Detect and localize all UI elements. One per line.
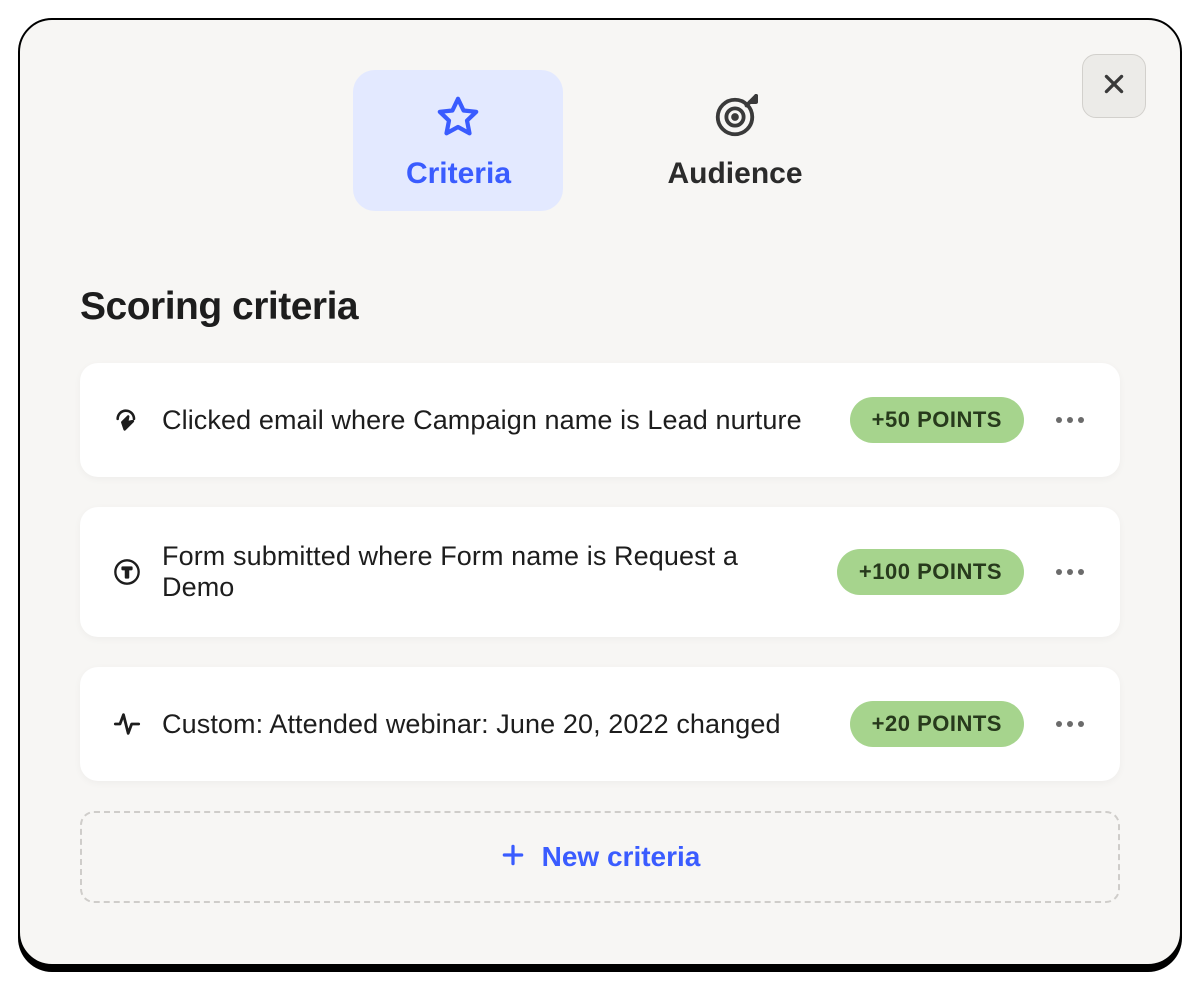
new-criteria-button[interactable]: New criteria (80, 811, 1120, 903)
points-badge: +50 POINTS (850, 397, 1024, 443)
tab-criteria[interactable]: Criteria (353, 70, 563, 211)
click-icon (112, 405, 142, 435)
criteria-text: Form submitted where Form name is Reques… (162, 541, 817, 603)
more-button[interactable] (1052, 706, 1088, 742)
criteria-row: T Form submitted where Form name is Requ… (80, 507, 1120, 637)
criteria-text: Custom: Attended webinar: June 20, 2022 … (162, 709, 830, 740)
close-icon (1101, 71, 1127, 102)
target-icon (712, 94, 758, 145)
more-button[interactable] (1052, 554, 1088, 590)
close-button[interactable] (1082, 54, 1146, 118)
criteria-text: Clicked email where Campaign name is Lea… (162, 405, 830, 436)
pulse-icon (112, 709, 142, 739)
plus-icon (500, 842, 526, 873)
section-title: Scoring criteria (80, 285, 1120, 329)
svg-text:T: T (122, 564, 132, 581)
star-icon (435, 94, 481, 145)
points-badge: +20 POINTS (850, 701, 1024, 747)
more-button[interactable] (1052, 402, 1088, 438)
criteria-list: Clicked email where Campaign name is Lea… (80, 363, 1120, 903)
points-badge: +100 POINTS (837, 549, 1024, 595)
tab-audience[interactable]: Audience (623, 70, 846, 211)
criteria-row: Clicked email where Campaign name is Lea… (80, 363, 1120, 477)
tab-label: Audience (667, 157, 802, 191)
criteria-row: Custom: Attended webinar: June 20, 2022 … (80, 667, 1120, 781)
dots-icon (1055, 411, 1085, 429)
tab-bar: Criteria Audience (80, 70, 1120, 211)
tab-label: Criteria (406, 157, 511, 191)
form-icon: T (112, 557, 142, 587)
scoring-panel: Criteria Audience Scoring criteria Click… (18, 18, 1182, 966)
dots-icon (1055, 715, 1085, 733)
new-criteria-label: New criteria (542, 841, 701, 873)
dots-icon (1055, 563, 1085, 581)
